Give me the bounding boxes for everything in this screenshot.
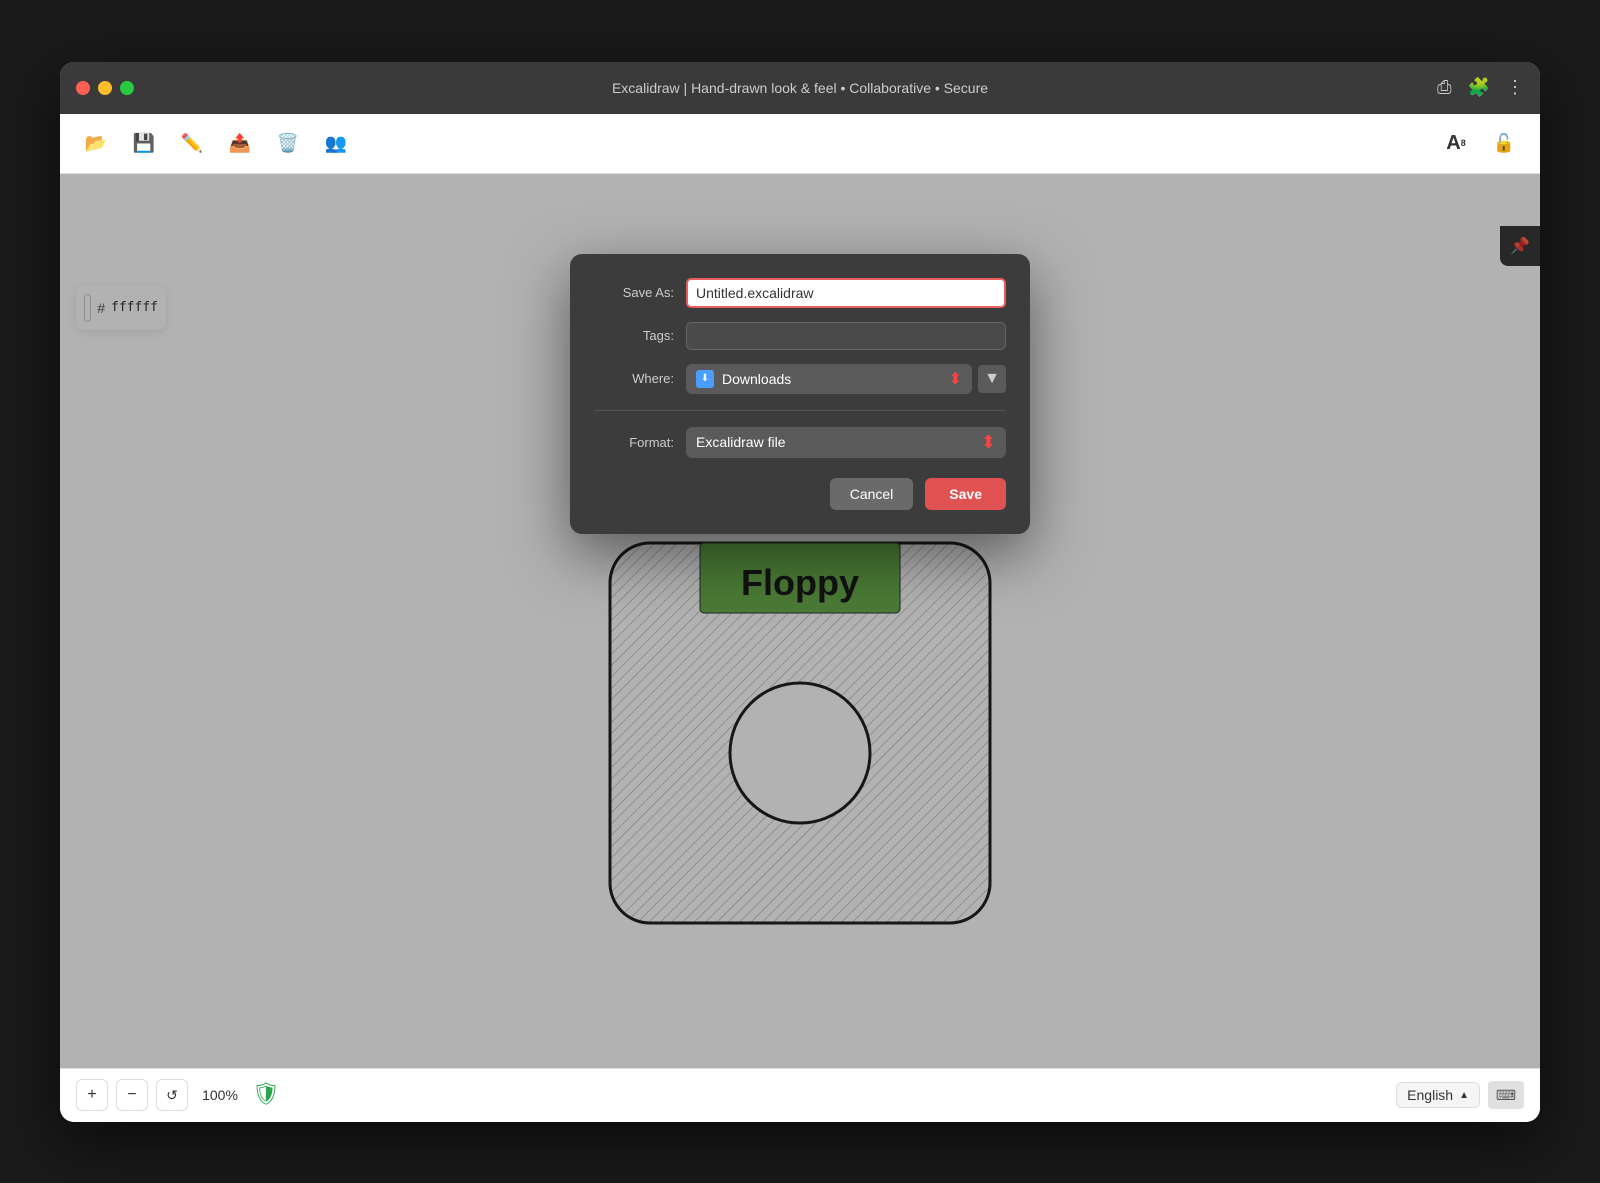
format-spinner-icon: ⬍ [981, 432, 996, 453]
shield-icon: 🛡 [252, 1081, 280, 1109]
export-button[interactable]: 📤 [220, 123, 260, 163]
zoom-in-button[interactable]: + [76, 1079, 108, 1111]
language-arrow-icon: ▲ [1459, 1090, 1469, 1101]
dialog-actions: Cancel Save [594, 478, 1006, 510]
lock-button[interactable]: 🔓 [1484, 123, 1524, 163]
toolbar: 📂 💾 ✏️ 📤 🗑️ 👥 A8 🔓 [60, 114, 1540, 174]
where-row: Where: ⬇ Downloads ⬍ ▼ [594, 364, 1006, 394]
where-label: Where: [594, 371, 674, 386]
zoom-level: 100% [196, 1087, 244, 1103]
cancel-button[interactable]: Cancel [830, 478, 914, 510]
where-dropdown[interactable]: ⬇ Downloads ⬍ [686, 364, 972, 394]
share-icon[interactable]: ⎙ [1437, 77, 1451, 98]
reset-zoom-button[interactable]: ↺ [156, 1079, 188, 1111]
close-button[interactable] [76, 81, 90, 95]
language-selector[interactable]: English ▲ [1396, 1082, 1480, 1108]
open-folder-button[interactable]: 📂 [76, 123, 116, 163]
save-as-row: Save As: [594, 278, 1006, 308]
modal-overlay: Save As: Tags: Where: ⬇ Downloads ⬍ [60, 174, 1540, 1068]
format-row: Format: Excalidraw file ⬍ [594, 427, 1006, 458]
tags-label: Tags: [594, 328, 674, 343]
save-confirm-button[interactable]: Save [925, 478, 1006, 510]
format-dropdown[interactable]: Excalidraw file ⬍ [686, 427, 1006, 458]
font-button[interactable]: A8 [1436, 123, 1476, 163]
where-container: ⬇ Downloads ⬍ ▼ [686, 364, 1006, 394]
extensions-icon[interactable]: 🧩 [1468, 77, 1490, 98]
keyboard-button[interactable]: ⌨ [1488, 1081, 1524, 1109]
format-label: Format: [594, 435, 674, 450]
users-button[interactable]: 👥 [316, 123, 356, 163]
minimize-button[interactable] [98, 81, 112, 95]
canvas[interactable]: # ffffff Floppy [60, 174, 1540, 1068]
dialog-divider [594, 410, 1006, 411]
zoom-out-button[interactable]: − [116, 1079, 148, 1111]
where-spinner-icon: ⬍ [949, 369, 962, 389]
format-value: Excalidraw file [696, 434, 785, 450]
traffic-lights [76, 81, 134, 95]
maximize-button[interactable] [120, 81, 134, 95]
save-as-input[interactable] [686, 278, 1006, 308]
title-bar-actions: ⎙ 🧩 ⋮ [1437, 77, 1524, 98]
save-button[interactable]: 💾 [124, 123, 164, 163]
toolbar-right: A8 🔓 [1436, 123, 1524, 163]
zoom-controls: + − ↺ 100% 🛡 [76, 1079, 280, 1111]
bottom-right: English ▲ ⌨ [1396, 1081, 1524, 1109]
title-bar: Excalidraw | Hand-drawn look & feel • Co… [60, 62, 1540, 114]
app-window: Excalidraw | Hand-drawn look & feel • Co… [60, 62, 1540, 1122]
edit-button[interactable]: ✏️ [172, 123, 212, 163]
language-value: English [1407, 1087, 1453, 1103]
menu-icon[interactable]: ⋮ [1506, 77, 1524, 98]
where-value: Downloads [722, 371, 791, 387]
window-title: Excalidraw | Hand-drawn look & feel • Co… [612, 80, 988, 96]
delete-button[interactable]: 🗑️ [268, 123, 308, 163]
save-dialog: Save As: Tags: Where: ⬇ Downloads ⬍ [570, 254, 1030, 534]
tags-input[interactable] [686, 322, 1006, 350]
save-as-label: Save As: [594, 285, 674, 300]
tags-row: Tags: [594, 322, 1006, 350]
bottom-bar: + − ↺ 100% 🛡 English ▲ ⌨ [60, 1068, 1540, 1122]
where-expand-button[interactable]: ▼ [978, 365, 1006, 393]
downloads-icon: ⬇ [696, 370, 714, 388]
